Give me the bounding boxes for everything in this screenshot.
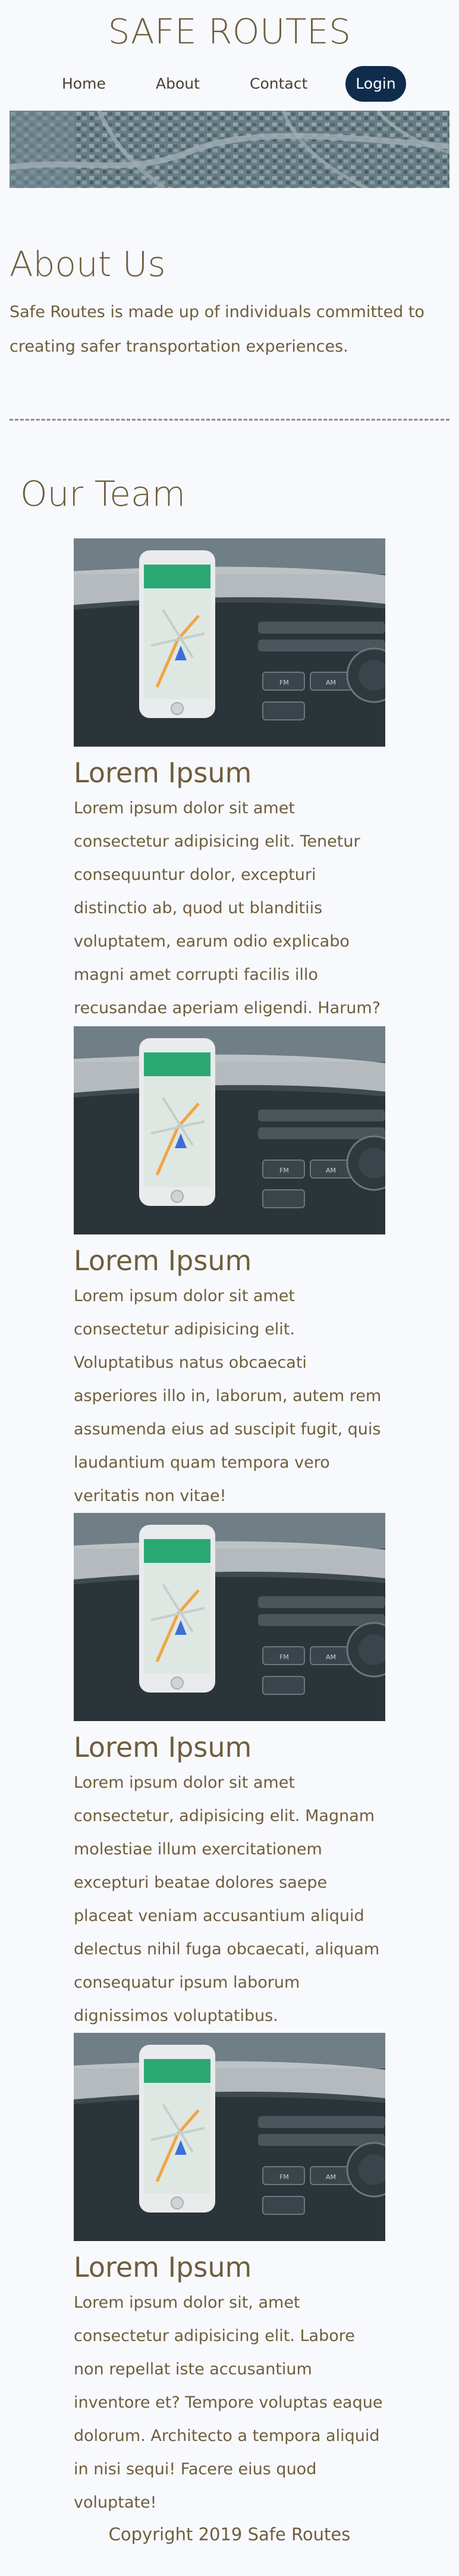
team-member-bio: Lorem ipsum dolor sit amet consectetur a… (74, 1287, 382, 1505)
copyright-text: Copyright 2019 Safe Routes (108, 2524, 351, 2544)
team-member-photo (74, 2033, 385, 2241)
site-header: SAFE ROUTES Home About Contact Login (0, 0, 459, 111)
nav-about-link[interactable]: About (156, 72, 200, 96)
about-section: About Us Safe Routes is made up of indiv… (10, 240, 449, 364)
login-button[interactable]: Login (345, 66, 406, 102)
nav-home-link[interactable]: Home (62, 72, 106, 96)
team-member-bio: Lorem ipsum dolor sit amet consectetur a… (74, 799, 381, 1017)
team-member-name: Lorem Ipsum (74, 1245, 252, 1277)
nav-contact-link[interactable]: Contact (250, 72, 307, 96)
team-member-name: Lorem Ipsum (74, 2251, 252, 2283)
team-member-card: Lorem Ipsum Lorem ipsum dolor sit amet c… (74, 1513, 385, 2033)
team-member-photo (74, 1513, 385, 1721)
about-text: Safe Routes is made up of individuals co… (10, 303, 425, 356)
team-member-bio: Lorem ipsum dolor sit, amet consectetur … (74, 2293, 383, 2512)
team-member-name: Lorem Ipsum (74, 1731, 252, 1763)
team-member-photo (74, 538, 385, 747)
site-footer: Copyright 2019 Safe Routes (0, 2522, 459, 2546)
team-member-card: Lorem Ipsum Lorem ipsum dolor sit amet c… (74, 1026, 385, 1513)
team-member-bio: Lorem ipsum dolor sit amet consectetur, … (74, 1773, 380, 2025)
about-heading: About Us (10, 244, 166, 284)
team-heading: Our Team (20, 474, 186, 514)
hero-aerial-city-image (10, 111, 449, 188)
team-member-name: Lorem Ipsum (74, 757, 252, 789)
team-member-card: Lorem Ipsum Lorem ipsum dolor sit amet c… (74, 538, 385, 1025)
main-nav: Home About Contact Login (0, 66, 459, 103)
site-title: SAFE ROUTES (108, 11, 351, 52)
section-divider (10, 419, 449, 421)
team-member-photo (74, 1026, 385, 1234)
team-member-card: Lorem Ipsum Lorem ipsum dolor sit, amet … (74, 2033, 385, 2519)
